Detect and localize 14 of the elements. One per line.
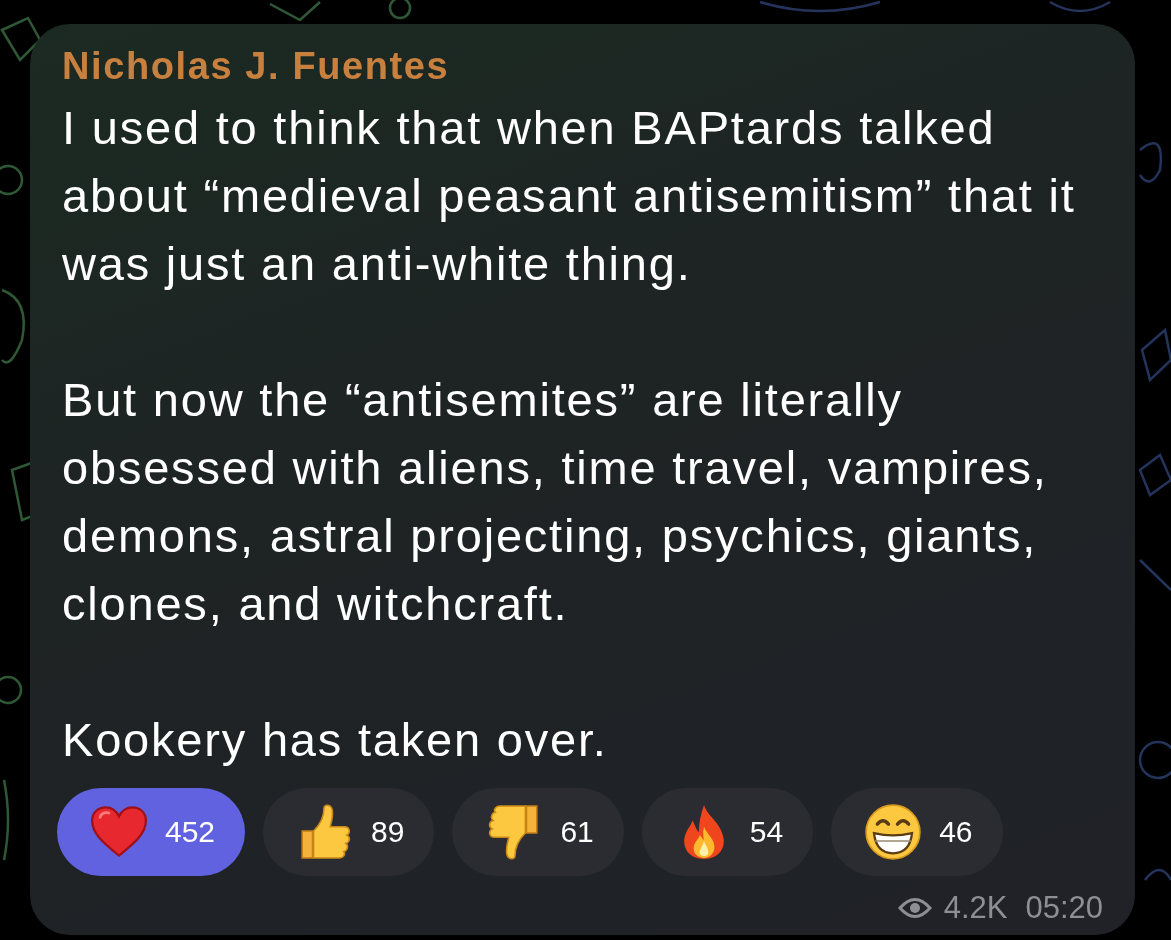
reaction-button[interactable]: 89 (263, 788, 435, 876)
message-paragraph: But now the “antisemites” are literally obsessed with aliens, time travel, vampires, demons, astral projecting, psychics, giants, clones, and witchcraft. (62, 372, 1049, 632)
message-time: 05:20 (1025, 889, 1103, 927)
reaction-button[interactable]: 61 (452, 788, 624, 876)
reaction-button[interactable]: 46 (831, 788, 1003, 876)
reaction-button[interactable]: 452 (57, 788, 246, 876)
message-paragraph: I used to think that when BAPtards talked about “medieval peasant antisemitism” that it was just an anti-white thing. (62, 100, 1077, 292)
message-paragraph: Kookery has taken over. (62, 712, 609, 768)
eye-icon (897, 897, 932, 919)
grinning-face-icon (865, 804, 922, 860)
heart-icon (91, 804, 147, 860)
sender-name: Nicholas J. Fuentes (62, 44, 451, 88)
view-count: 4.2K (943, 889, 1008, 927)
reaction-button[interactable]: 54 (641, 788, 814, 876)
